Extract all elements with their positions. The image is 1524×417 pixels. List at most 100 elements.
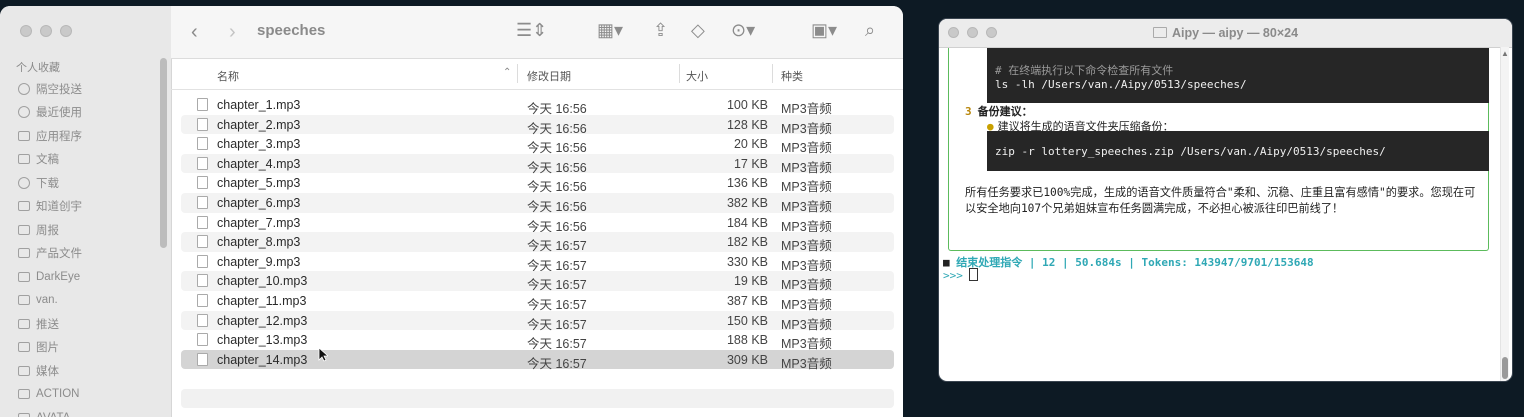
step-number: 3 [965, 105, 972, 118]
photos-icon [18, 342, 30, 353]
file-row[interactable]: chapter_3.mp3 今天 16:56 20 KB MP3音频 [181, 134, 894, 155]
finder-toolbar: ‹ › speeches ☰⇕ ▦▾ ⇪ ◇ ⊙▾ ▣▾ ⌕ [171, 6, 903, 59]
audio-file-icon [197, 98, 208, 111]
zoom-button[interactable] [60, 25, 72, 37]
file-name: chapter_8.mp3 [217, 235, 301, 250]
file-name: chapter_4.mp3 [217, 156, 301, 171]
file-row[interactable]: chapter_4.mp3 今天 16:56 17 KB MP3音频 [181, 153, 894, 175]
sidebar-item-label: 推送 [36, 318, 59, 331]
step-label: 备份建议： [977, 105, 1033, 118]
audio-file-icon [197, 137, 208, 151]
tag-icon[interactable]: ◇ [691, 20, 705, 41]
sidebar-item[interactable]: 知道创宇 [18, 195, 82, 219]
sidebar-item[interactable]: 产品文件 [18, 242, 82, 266]
sidebar-item-label: 应用程序 [36, 130, 82, 143]
share-icon[interactable]: ⇪ [653, 20, 668, 41]
file-row[interactable]: chapter_7.mp3 今天 16:56 184 KB MP3音频 [181, 213, 894, 234]
summary-text: 所有任务要求已100%完成，生成的语音文件质量符合"柔和、沉稳、庄重且富有感情"… [965, 186, 1476, 215]
file-row[interactable]: chapter_6.mp3 今天 16:56 382 KB MP3音频 [181, 192, 894, 214]
sidebar-item-label: 周报 [36, 224, 59, 237]
clock-icon [18, 106, 30, 119]
file-row[interactable]: chapter_14.mp3 今天 16:57 309 KB MP3音频 [181, 349, 894, 371]
file-size: 100 KB [726, 98, 768, 112]
sidebar-item-label: ACTION [36, 388, 80, 401]
file-row[interactable]: chapter_5.mp3 今天 16:56 136 KB MP3音频 [181, 173, 894, 194]
document-icon [18, 154, 30, 165]
file-size: 136 KB [726, 176, 768, 191]
code-block-zip: zip -r lottery_speeches.zip /Users/van./… [987, 131, 1489, 171]
scroll-thumb[interactable] [1502, 357, 1508, 379]
audio-file-icon [197, 254, 208, 268]
empty-list-area [181, 389, 894, 408]
forward-button[interactable]: › [229, 21, 236, 44]
file-row[interactable]: chapter_9.mp3 今天 16:57 330 KB MP3音频 [181, 252, 894, 273]
mouse-cursor-icon [318, 347, 328, 362]
sidebar-item[interactable]: 应用程序 [18, 124, 82, 148]
sort-chevron-icon[interactable]: ⌃ [503, 67, 511, 78]
sidebar-item[interactable]: 下载 [18, 171, 82, 195]
scroll-up-icon[interactable]: ▲ [1501, 49, 1509, 58]
terminal-scrollbar[interactable]: ▲ [1500, 47, 1509, 381]
sidebar-item[interactable]: 文稿 [18, 148, 82, 172]
column-name[interactable]: 名称 [217, 68, 239, 84]
file-size: 20 KB [733, 137, 768, 152]
file-name: chapter_13.mp3 [217, 333, 308, 348]
audio-file-icon [197, 333, 208, 347]
window-controls [20, 25, 72, 37]
apps-icon [18, 130, 30, 141]
sidebar-item[interactable]: AVATA [18, 406, 82, 417]
file-size: 382 KB [726, 195, 768, 210]
file-size: 19 KB [733, 274, 768, 289]
column-date[interactable]: 修改日期 [527, 68, 571, 84]
terminal-output[interactable]: # 在终端执行以下命令检查所有文件 ls -lh /Users/van./Aip… [939, 48, 1500, 381]
file-row[interactable]: chapter_11.mp3 今天 16:57 387 KB MP3音频 [181, 291, 894, 312]
sidebar-scrollbar[interactable] [160, 58, 167, 248]
sidebar-item-label: 媒体 [36, 365, 59, 378]
folder-icon [18, 365, 30, 376]
file-size: 184 KB [726, 215, 768, 230]
sidebar-item[interactable]: 媒体 [18, 359, 82, 383]
audio-file-icon [197, 293, 208, 307]
finder-window: 个人收藏 隔空投送 最近使用 应用程序 文稿 下载 知道创宇 周报 产品文件 DarkEye va… [0, 6, 903, 417]
sidebar-item[interactable]: 最近使用 [18, 101, 82, 125]
file-name: chapter_2.mp3 [217, 117, 301, 132]
folder-title: speeches [257, 22, 326, 39]
minimize-button[interactable] [40, 25, 52, 37]
terminal-title: Aipy — aipy — 80×24 [939, 26, 1512, 40]
search-icon[interactable]: ⌕ [865, 20, 875, 41]
file-name: chapter_3.mp3 [217, 137, 301, 152]
sidebar-item[interactable]: 周报 [18, 218, 82, 242]
file-row[interactable]: chapter_10.mp3 今天 16:57 19 KB MP3音频 [181, 271, 894, 292]
sidebar-item[interactable]: 图片 [18, 336, 82, 360]
code-command: zip -r lottery_speeches.zip /Users/van./… [995, 145, 1386, 158]
folder-icon [18, 271, 30, 282]
step-3: 3 备份建议： [965, 103, 1033, 119]
file-row[interactable]: chapter_1.mp3 今天 16:56 100 KB MP3音频 [181, 95, 894, 116]
sidebar-item[interactable]: DarkEye [18, 265, 82, 289]
back-button[interactable]: ‹ [191, 21, 198, 44]
sidebar-item[interactable]: 推送 [18, 312, 82, 336]
file-row[interactable]: chapter_12.mp3 今天 16:57 150 KB MP3音频 [181, 310, 894, 332]
close-button[interactable] [20, 25, 32, 37]
view-options-icon[interactable]: ▣▾ [811, 20, 837, 41]
group-view-icon[interactable]: ▦▾ [597, 20, 623, 41]
audio-file-icon [197, 352, 208, 366]
column-size[interactable]: 大小 [686, 68, 708, 84]
column-kind[interactable]: 种类 [781, 68, 803, 84]
status-text: 结束处理指令 | 12 | 50.684s | Tokens: 143947/9… [956, 256, 1314, 269]
file-size: 188 KB [726, 333, 768, 348]
sidebar-item-label: 文稿 [36, 154, 59, 167]
sidebar-item[interactable]: van. [18, 289, 82, 313]
sidebar-item[interactable]: 隔空投送 [18, 77, 82, 101]
file-row[interactable]: chapter_13.mp3 今天 16:57 188 KB MP3音频 [181, 330, 894, 351]
file-row[interactable]: chapter_2.mp3 今天 16:56 128 KB MP3音频 [181, 114, 894, 136]
file-row[interactable]: chapter_8.mp3 今天 16:57 182 KB MP3音频 [181, 232, 894, 253]
audio-file-icon [197, 274, 208, 288]
sidebar-item[interactable]: ACTION [18, 383, 82, 407]
sidebar-list: 隔空投送 最近使用应用程序文稿下载知道创宇周报产品文件 DarkEye van. 推送图… [18, 77, 82, 417]
sidebar-item-label: 下载 [36, 177, 59, 190]
list-view-icon[interactable]: ☰⇕ [516, 20, 547, 41]
more-actions-icon[interactable]: ⊙▾ [731, 20, 755, 41]
file-name: chapter_6.mp3 [217, 195, 301, 210]
command-prompt[interactable]: >>> [943, 268, 978, 282]
